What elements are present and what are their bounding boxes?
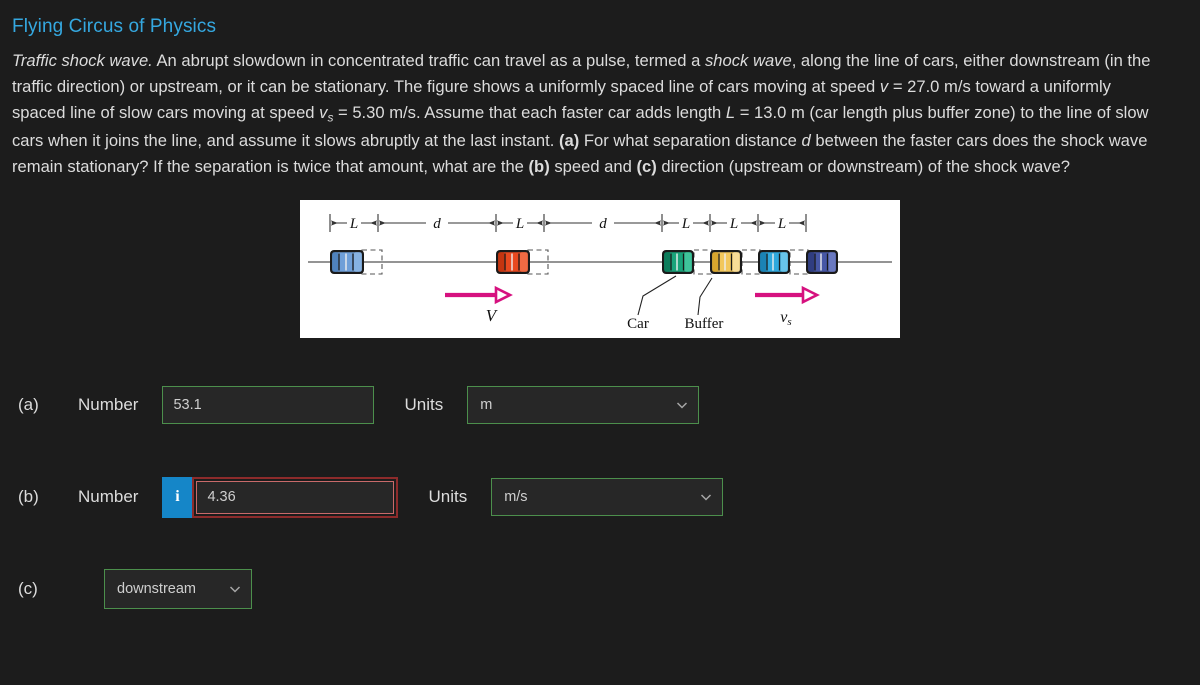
symbol-v: v — [879, 77, 889, 97]
problem-topic: Traffic shock wave. — [12, 51, 153, 70]
answer-a-units-label: Units — [404, 395, 444, 415]
problem-text-8: speed and — [549, 156, 637, 176]
symbol-d: d — [801, 130, 811, 150]
part-c-tag: (c) — [636, 156, 657, 176]
chevron-down-icon — [700, 491, 712, 503]
problem-text-6: For what separation distance — [579, 130, 802, 150]
figure-callout-car: Car — [627, 316, 649, 332]
answer-b-number-input[interactable] — [196, 480, 395, 514]
page-title: Flying Circus of Physics — [12, 16, 217, 37]
problem-text-1: An abrupt slowdown in concentrated traff… — [152, 51, 705, 70]
answer-row-a: (a) Number Units m — [0, 374, 1200, 436]
chevron-down-icon — [676, 399, 688, 411]
problem-statement: Traffic shock wave. An abrupt slowdown i… — [0, 38, 1180, 180]
answer-a-units-select[interactable]: m — [467, 386, 700, 425]
answer-row-c: (c) downstream — [0, 558, 1200, 620]
problem-term-shock-wave: shock wave — [705, 51, 792, 70]
figure-dim-label-d1: d — [433, 216, 441, 232]
part-a-tag: (a) — [558, 130, 580, 150]
figure-car-2 — [496, 250, 530, 275]
problem-text-9: direction (upstream or downstream) of th… — [656, 156, 1070, 176]
answer-a-number-input[interactable] — [162, 386, 375, 425]
answer-row-b: (b) Number i Units m/s — [0, 466, 1200, 528]
chevron-down-icon — [229, 583, 241, 595]
figure-car-6 — [806, 250, 838, 275]
answer-a-units-value: m — [480, 397, 493, 414]
figure-dim-label-L1: L — [349, 216, 358, 232]
figure-dim-label-L5: L — [777, 216, 786, 232]
figure-dim-label-L2: L — [515, 216, 524, 232]
answer-a-number-label: Number — [78, 395, 139, 415]
figure-dim-label-L4: L — [729, 216, 738, 232]
figure-car-5 — [758, 250, 790, 275]
figure-car-4 — [710, 250, 742, 275]
figure-car-1 — [330, 250, 364, 275]
answer-a-part-label: (a) — [18, 395, 39, 415]
problem-text-4: = 5.30 m/s. Assume that each faster car … — [333, 103, 726, 123]
figure-dim-label-d2: d — [599, 216, 607, 232]
traffic-shock-wave-figure: L d L d L L L V vs Car Buffer — [300, 200, 900, 339]
part-b-tag: (b) — [528, 156, 550, 176]
answer-b-part-label: (b) — [18, 487, 39, 507]
answer-c-direction-select[interactable]: downstream — [104, 569, 252, 610]
symbol-L: L — [725, 103, 736, 123]
answer-b-number-label: Number — [78, 487, 139, 507]
answer-c-part-label: (c) — [18, 579, 38, 599]
answer-b-error-outline — [192, 476, 399, 518]
answer-b-units-select[interactable]: m/s — [491, 478, 724, 517]
figure-callout-buffer: Buffer — [685, 316, 724, 332]
figure-car-3 — [662, 250, 694, 275]
figure-dim-label-L3: L — [681, 216, 690, 232]
answer-b-units-label: Units — [428, 487, 468, 507]
answer-c-direction-value: downstream — [117, 581, 196, 598]
answer-b-input-group: i — [162, 476, 399, 518]
answer-b-units-value: m/s — [504, 489, 528, 506]
info-icon[interactable]: i — [162, 476, 193, 518]
answers-section: (a) Number Units m (b) Number i Units m/… — [0, 338, 1200, 620]
